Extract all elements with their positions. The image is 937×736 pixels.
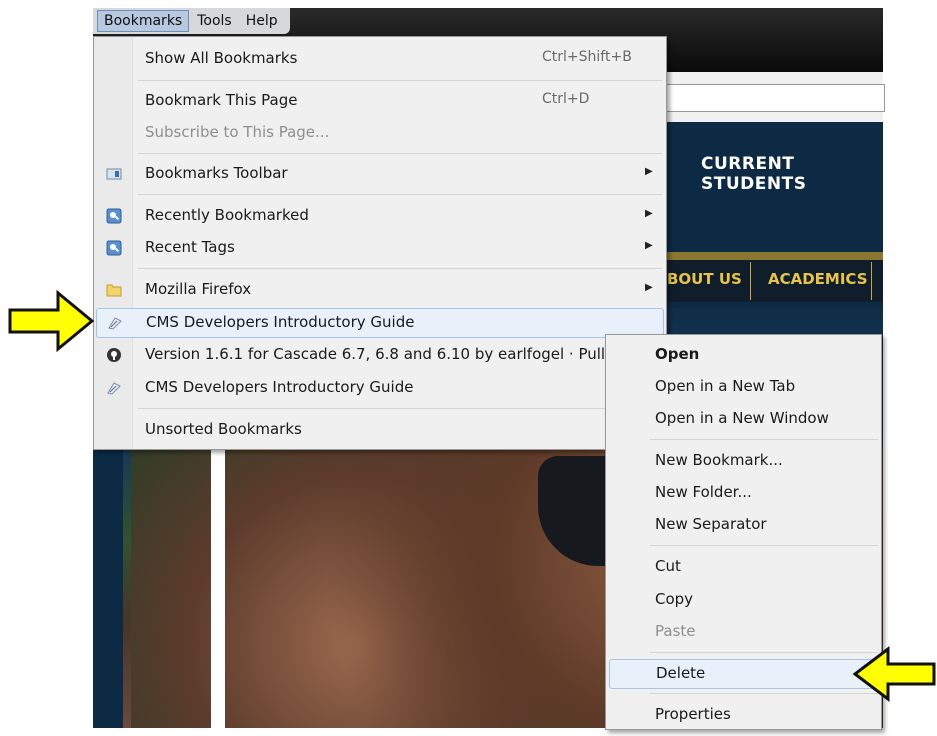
menu-bookmarks[interactable]: Bookmarks [97, 10, 190, 32]
menu-separator [650, 439, 878, 440]
left-arrow-annotation-icon [852, 646, 936, 702]
submenu-arrow-icon: ▶ [645, 282, 653, 293]
submenu-arrow-icon: ▶ [645, 166, 653, 177]
menu-item-label: Recently Bookmarked [145, 206, 309, 224]
context-item-open-new-tab[interactable]: Open in a New Tab [606, 373, 881, 401]
menu-separator [138, 80, 662, 81]
context-item-paste: Paste [606, 618, 881, 646]
menu-bar: Bookmarks Tools Help [93, 8, 290, 34]
menu-item-label: Mozilla Firefox [145, 280, 252, 298]
menu-item-label: Unsorted Bookmarks [145, 420, 302, 438]
menu-item-label: Bookmarks Toolbar [145, 164, 288, 182]
menu-separator [650, 693, 878, 694]
nav-separator [871, 262, 872, 300]
menu-item-bookmarks-toolbar[interactable]: Bookmarks Toolbar ▶ [94, 160, 666, 188]
context-item-label: Copy [655, 590, 694, 608]
context-menu: Open Open in a New Tab Open in a New Win… [605, 334, 882, 730]
context-item-label: Properties [655, 705, 731, 723]
menu-separator [138, 408, 662, 409]
context-item-open-new-window[interactable]: Open in a New Window [606, 405, 881, 433]
context-item-label: Delete [656, 664, 706, 682]
nav-academics[interactable]: ACADEMICS [768, 270, 868, 288]
menu-item-label: Recent Tags [145, 238, 235, 256]
menu-item-label: Subscribe to This Page... [145, 123, 330, 141]
bookmarks-menu: Show All Bookmarks Ctrl+Shift+B Bookmark… [93, 36, 667, 450]
menu-item-bookmark-this-page[interactable]: Bookmark This Page Ctrl+D [94, 87, 666, 115]
context-item-label: Open in a New Window [655, 409, 829, 427]
menu-item-cms-guide-selected[interactable]: CMS Developers Introductory Guide [96, 308, 664, 338]
context-item-label: Cut [655, 557, 681, 575]
bookmark-page-icon [106, 380, 122, 396]
github-icon [106, 347, 122, 363]
context-item-label: New Separator [655, 515, 767, 533]
menu-item-label: Bookmark This Page [145, 91, 298, 109]
context-item-properties[interactable]: Properties [606, 701, 881, 729]
submenu-arrow-icon: ▶ [645, 240, 653, 251]
menu-item-subscribe: Subscribe to This Page... [94, 119, 666, 147]
shortcut-label: Ctrl+D [542, 91, 590, 107]
bookmark-page-icon [107, 315, 123, 331]
context-item-new-separator[interactable]: New Separator [606, 511, 881, 539]
context-item-copy[interactable]: Copy [606, 586, 881, 614]
menu-help[interactable]: Help [240, 11, 284, 31]
context-item-delete[interactable]: Delete [609, 659, 878, 689]
shortcut-label: Ctrl+Shift+B [542, 49, 632, 65]
context-item-label: Open in a New Tab [655, 377, 796, 395]
menu-separator [650, 652, 878, 653]
menu-item-unsorted-bookmarks[interactable]: Unsorted Bookmarks [94, 416, 666, 444]
current-students-link[interactable]: CURRENT STUDENTS [701, 154, 883, 194]
context-item-label: New Bookmark... [655, 451, 783, 469]
context-item-label: Open [655, 345, 700, 363]
menu-separator [138, 194, 662, 195]
menu-tools[interactable]: Tools [191, 11, 238, 31]
menu-separator [138, 268, 662, 269]
context-item-label: Paste [655, 622, 696, 640]
menu-item-label: Show All Bookmarks [145, 49, 298, 67]
folder-icon [106, 282, 122, 298]
context-item-label: New Folder... [655, 483, 752, 501]
smart-folder-icon [106, 208, 122, 224]
menu-separator [138, 153, 662, 154]
menu-item-mozilla-firefox[interactable]: Mozilla Firefox ▶ [94, 276, 666, 304]
right-arrow-annotation-icon [8, 290, 94, 352]
context-item-cut[interactable]: Cut [606, 553, 881, 581]
menu-item-recently-bookmarked[interactable]: Recently Bookmarked ▶ [94, 202, 666, 230]
menu-item-version-bookmark[interactable]: Version 1.6.1 for Cascade 6.7, 6.8 and 6… [94, 341, 666, 369]
submenu-arrow-icon: ▶ [645, 208, 653, 219]
url-field[interactable] [663, 84, 885, 112]
menu-item-label: CMS Developers Introductory Guide [145, 378, 414, 396]
context-item-new-folder[interactable]: New Folder... [606, 479, 881, 507]
nav-separator [750, 262, 751, 300]
toolbar-icon [106, 166, 122, 182]
menu-separator [650, 545, 878, 546]
context-item-open[interactable]: Open [606, 341, 881, 369]
nav-about-us[interactable]: BOUT US [667, 270, 742, 288]
menu-item-show-all-bookmarks[interactable]: Show All Bookmarks Ctrl+Shift+B [94, 45, 666, 73]
menu-item-recent-tags[interactable]: Recent Tags ▶ [94, 234, 666, 262]
context-item-new-bookmark[interactable]: New Bookmark... [606, 447, 881, 475]
smart-folder-icon [106, 240, 122, 256]
menu-item-label: CMS Developers Introductory Guide [146, 313, 415, 331]
menu-item-cms-guide[interactable]: CMS Developers Introductory Guide [94, 374, 666, 402]
photo-frame [211, 448, 225, 736]
menu-item-label: Version 1.6.1 for Cascade 6.7, 6.8 and 6… [145, 345, 606, 363]
